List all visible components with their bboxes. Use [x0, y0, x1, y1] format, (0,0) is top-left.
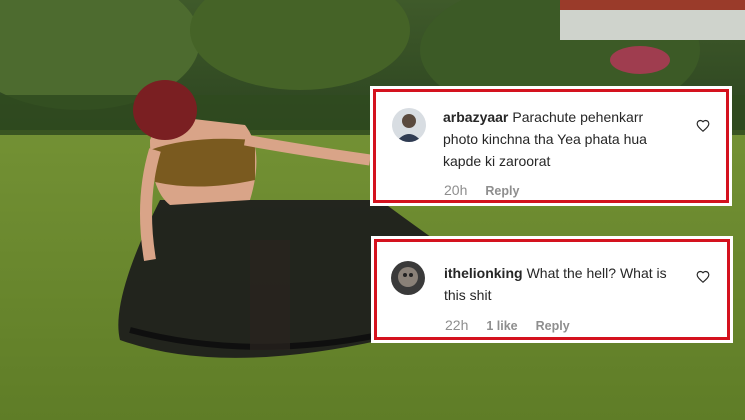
- comment-card: ithelionking What the hell? What is this …: [374, 239, 730, 340]
- comment-card: arbazyaar Parachute pehenkarr photo kinch…: [373, 89, 729, 203]
- user-avatar-icon[interactable]: [391, 261, 425, 295]
- comment-body: ithelionking What the hell? What is this …: [444, 262, 689, 306]
- reply-button[interactable]: Reply: [536, 319, 570, 333]
- comment-username[interactable]: ithelionking: [444, 265, 523, 281]
- comment-username[interactable]: arbazyaar: [443, 109, 508, 125]
- background-photo: [0, 0, 745, 420]
- photo-scene: [0, 0, 745, 420]
- reply-button[interactable]: Reply: [485, 184, 519, 198]
- heart-outline-icon[interactable]: [696, 270, 710, 284]
- comment-like-count[interactable]: 1 like: [486, 319, 517, 333]
- comment-body: arbazyaar Parachute pehenkarr photo kinch…: [443, 106, 673, 172]
- user-avatar-icon[interactable]: [392, 108, 426, 142]
- comment-timestamp[interactable]: 20h: [444, 182, 467, 198]
- heart-outline-icon[interactable]: [696, 119, 710, 133]
- comment-meta: 20h Reply: [444, 182, 519, 198]
- comment-meta: 22h 1 like Reply: [445, 317, 570, 333]
- comment-timestamp[interactable]: 22h: [445, 317, 468, 333]
